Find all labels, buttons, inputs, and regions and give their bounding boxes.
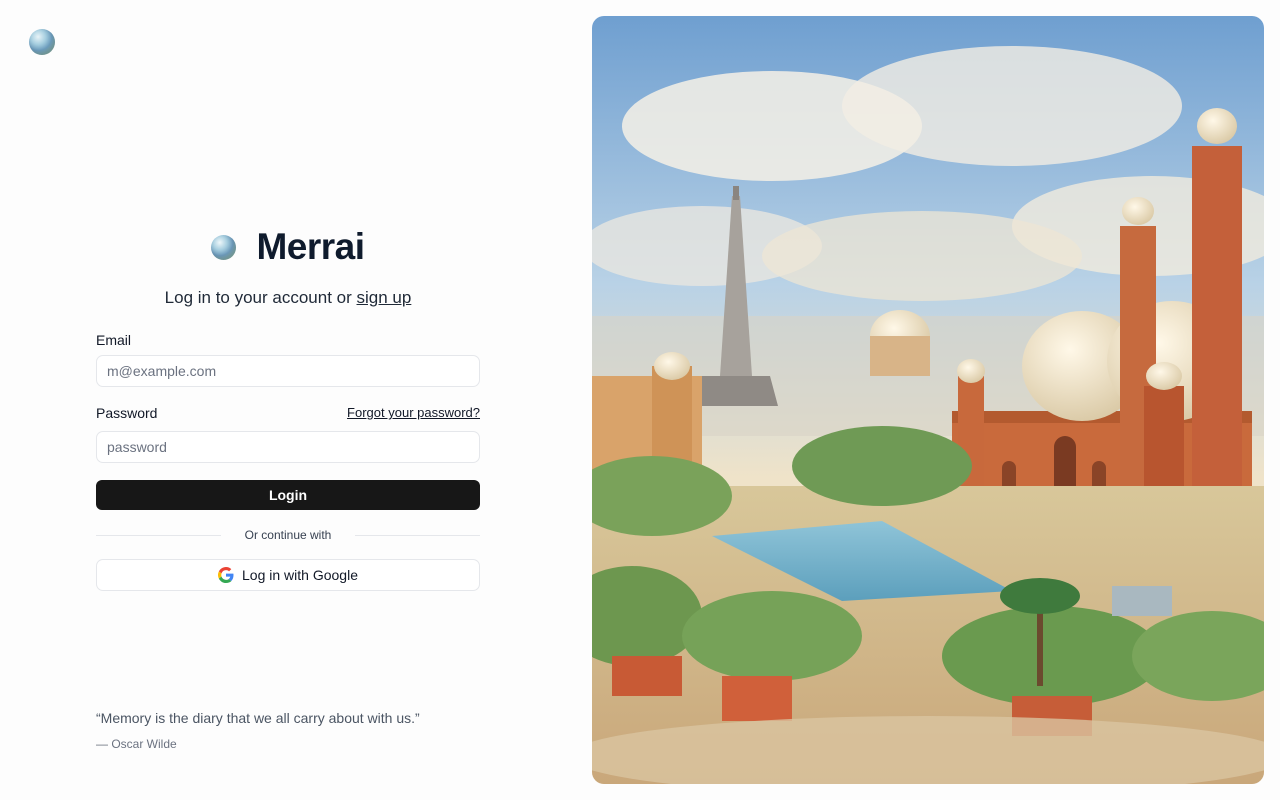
login-subtitle: Log in to your account or sign up [96,288,480,308]
login-panel: Merrai Log in to your account or sign up… [96,0,480,800]
logo-orb-icon[interactable] [29,29,55,55]
forgot-password-link[interactable]: Forgot your password? [347,405,480,420]
password-label: Password [96,405,158,421]
brand-name: Merrai [256,226,365,267]
divider-label: Or continue with [96,528,480,542]
brand-header: Merrai [96,226,480,268]
brand-orb-icon [211,234,237,260]
google-login-button[interactable]: Log in with Google [96,559,480,591]
google-icon [218,567,234,583]
email-field[interactable] [96,355,480,387]
quote-author: — Oscar Wilde [96,737,177,751]
quote-text: “Memory is the diary that we all carry a… [96,710,420,726]
subtitle-text: Log in to your account or [164,288,352,307]
watercolor-cityscape-image [592,16,1264,784]
google-button-label: Log in with Google [242,567,358,583]
login-page: Merrai Log in to your account or sign up… [0,0,1280,800]
divider-label-text: Or continue with [220,528,356,542]
hero-illustration [592,16,1264,784]
login-button[interactable]: Login [96,480,480,510]
password-field[interactable] [96,431,480,463]
sign-up-link[interactable]: sign up [357,288,412,307]
email-label: Email [96,332,132,348]
